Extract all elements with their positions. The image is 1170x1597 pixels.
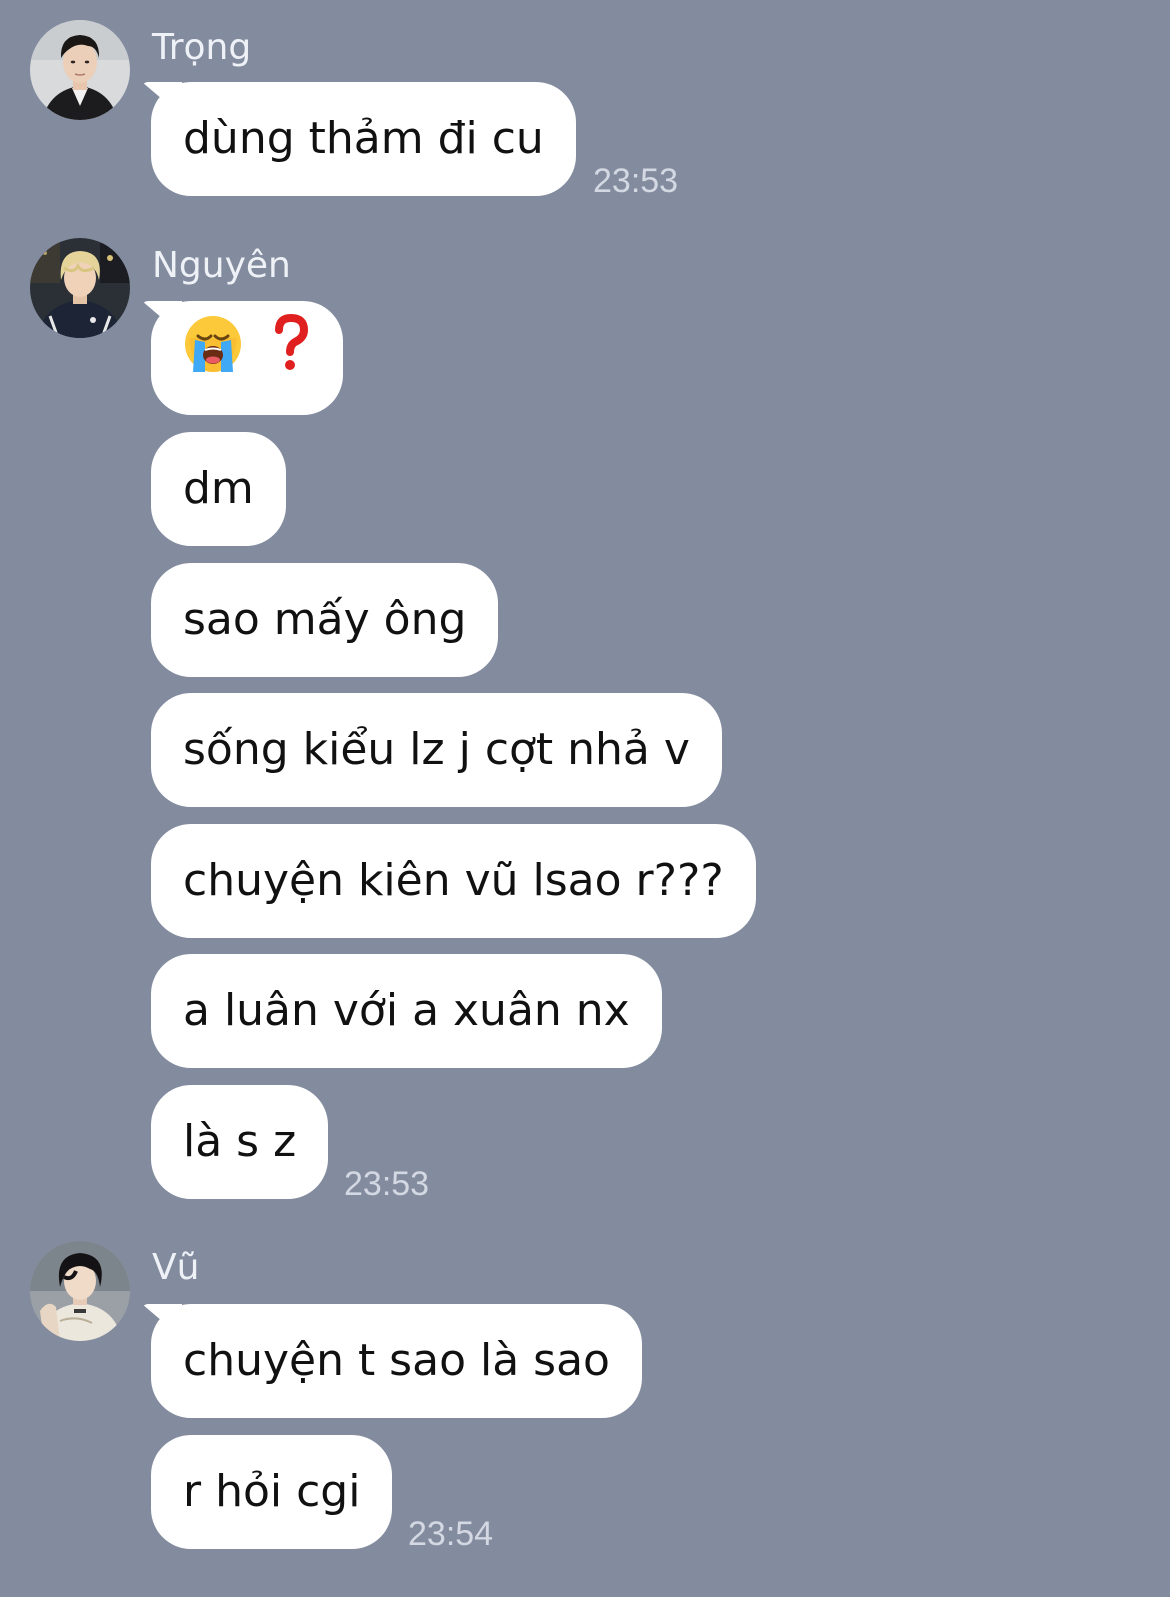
message-bubble[interactable]: chuyện t sao là sao [151, 1304, 642, 1418]
avatar-trong[interactable] [30, 20, 130, 120]
message-bubble[interactable]: dm [151, 432, 286, 546]
message-text: a luân với a xuân nx [183, 985, 630, 1036]
message-bubble[interactable] [151, 301, 343, 415]
avatar-nguyen[interactable] [30, 238, 130, 338]
timestamp: 23:53 [593, 162, 679, 200]
sender-name-vu: Vũ [152, 1247, 200, 1288]
message-text: dùng thảm đi cu [183, 113, 544, 164]
message-emoji-content [183, 313, 311, 383]
sender-name-nguyen: Nguyên [152, 245, 291, 286]
message-bubble[interactable]: dùng thảm đi cu [151, 82, 576, 196]
message-text: chuyện t sao là sao [183, 1335, 610, 1386]
loudly-crying-face-icon [183, 303, 243, 417]
timestamp: 23:53 [344, 1165, 430, 1203]
message-text: chuyện kiên vũ lsao r??? [183, 855, 724, 906]
message-text: sống kiểu lz j cợt nhả v [183, 724, 690, 775]
avatar-vu[interactable] [30, 1241, 130, 1341]
message-text: sao mấy ông [183, 594, 467, 645]
message-bubble[interactable]: a luân với a xuân nx [151, 954, 662, 1068]
message-text: r hỏi cgi [183, 1466, 361, 1517]
message-bubble[interactable]: r hỏi cgi [151, 1435, 393, 1549]
message-bubble[interactable]: chuyện kiên vũ lsao r??? [151, 824, 756, 938]
message-text: dm [183, 463, 254, 514]
message-bubble[interactable]: sống kiểu lz j cợt nhả v [151, 693, 722, 807]
message-text: là s z [183, 1116, 297, 1167]
sender-name-trong: Trọng [152, 27, 252, 68]
message-bubble[interactable]: là s z [151, 1085, 329, 1199]
timestamp: 23:54 [408, 1515, 494, 1553]
red-question-mark-icon [271, 303, 311, 417]
message-bubble[interactable]: sao mấy ông [151, 563, 499, 677]
